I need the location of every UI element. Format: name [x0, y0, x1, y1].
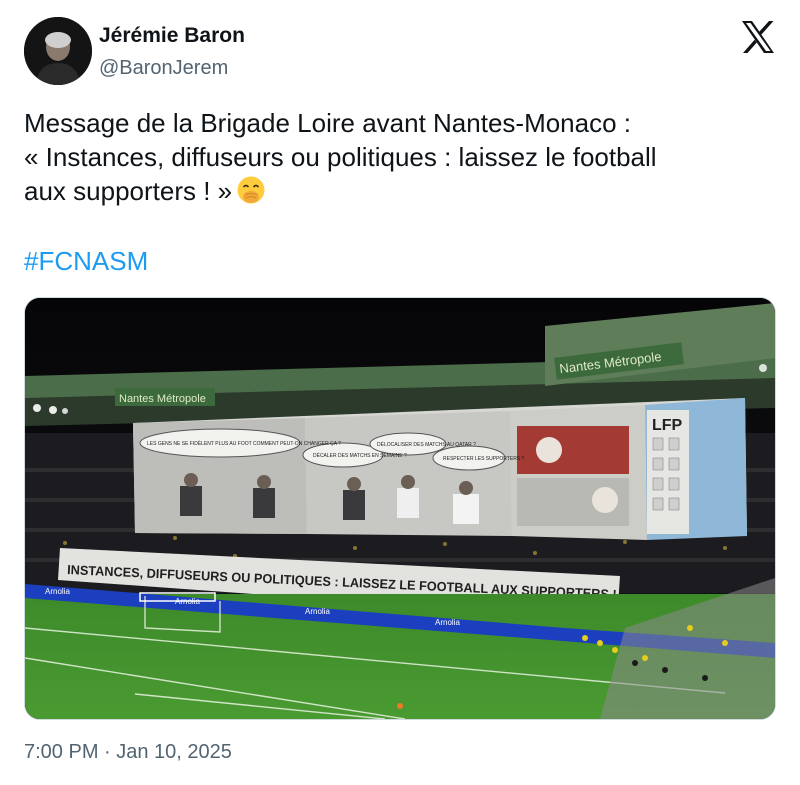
ad-board-4: Arnolia — [435, 618, 460, 627]
tweet-card: Jérémie Baron @BaronJerem Message de la … — [0, 0, 800, 785]
tweet-line-3-wrap: aux supporters ! » — [24, 174, 764, 208]
tifo-bubble-2: DÉCALER DES MATCHS EN SEMAINE ? — [313, 452, 407, 459]
stadium-sign-left: Nantes Métropole — [119, 393, 206, 405]
tweet-text: Message de la Brigade Loire avant Nantes… — [24, 106, 764, 208]
avatar[interactable] — [24, 17, 92, 85]
tweet-line-1: Message de la Brigade Loire avant Nantes… — [24, 108, 632, 138]
tifo-sign-lfp: LFP — [652, 417, 683, 434]
tweet-timestamp[interactable]: 7:00 PM · Jan 10, 2025 — [24, 741, 232, 764]
stadium-photo: Nantes Métropole Nantes Métropole LFP LE… — [25, 298, 775, 719]
ad-board-1: Arnolia — [45, 587, 70, 596]
face-with-hand-over-mouth-emoji-icon — [236, 175, 266, 205]
x-logo-icon[interactable] — [740, 20, 776, 54]
tifo-bubble-4: RESPECTER LES SUPPORTERS ? — [443, 456, 525, 462]
ad-board-3: Arnolia — [305, 607, 330, 616]
hashtag-link[interactable]: #FCNASM — [24, 244, 148, 278]
tweet-media-photo[interactable]: Nantes Métropole Nantes Métropole LFP LE… — [24, 297, 776, 720]
tweet-line-2: « Instances, diffuseurs ou politiques : … — [24, 142, 657, 172]
tifo-bubble-3: DÉLOCALISER DES MATCHS AU QATAR ? — [377, 441, 476, 448]
avatar-image — [24, 17, 92, 85]
tifo-bubble-1: LES GENS NE SE FIDÈLENT PLUS AU FOOT COM… — [147, 440, 341, 447]
author-name[interactable]: Jérémie Baron — [99, 24, 245, 48]
tweet-line-3: aux supporters ! » — [24, 176, 233, 206]
author-handle[interactable]: @BaronJerem — [99, 57, 228, 80]
